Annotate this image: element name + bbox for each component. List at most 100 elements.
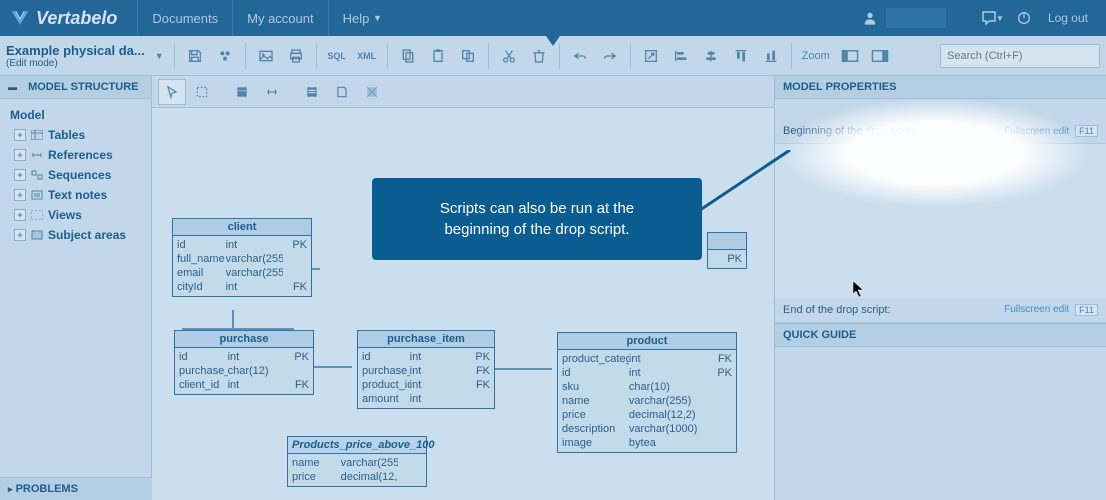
tree-views[interactable]: +Views — [4, 205, 147, 225]
tree-sequences[interactable]: + Sequences — [4, 165, 147, 185]
plus-icon[interactable]: + — [14, 129, 26, 141]
entity-purchase[interactable]: purchase idintPK purchase_nochar(12) cli… — [174, 330, 314, 395]
share-icon[interactable] — [211, 42, 239, 70]
print-icon[interactable] — [282, 42, 310, 70]
duplicate-icon[interactable] — [454, 42, 482, 70]
er-canvas[interactable]: client idintPK full_namevarchar(255) ema… — [152, 108, 774, 500]
prop-begin-drop: Beginning of the drop script: Fullscreen… — [775, 119, 1106, 144]
entity-client[interactable]: client idintPK full_namevarchar(255) ema… — [172, 218, 312, 297]
redo-icon[interactable] — [596, 42, 624, 70]
canvas-wrap: client idintPK full_namevarchar(255) ema… — [152, 76, 774, 500]
nav-account[interactable]: My account — [232, 0, 327, 36]
plus-icon[interactable]: + — [14, 229, 26, 241]
problems-panel[interactable]: ▸ PROBLEMS — [0, 477, 152, 500]
logout-link[interactable]: Log out — [1040, 11, 1096, 25]
save-icon[interactable] — [181, 42, 209, 70]
table-tool[interactable] — [228, 79, 256, 105]
model-structure-title: MODEL STRUCTURE — [28, 81, 138, 93]
model-properties-header[interactable]: MODEL PROPERTIES — [775, 76, 1106, 99]
sql-icon[interactable]: SQL — [323, 42, 351, 70]
prop-label: Beginning of the drop script: — [783, 125, 920, 137]
model-name-box[interactable]: Example physical da... (Edit mode) — [6, 43, 145, 69]
align-left-icon[interactable] — [667, 42, 695, 70]
main-area: ▬ MODEL STRUCTURE Model +Tables +Referen… — [0, 76, 1106, 500]
entity-hidden[interactable]: PK — [707, 232, 747, 269]
user-icon[interactable] — [854, 0, 886, 36]
chat-icon[interactable]: ▼ — [976, 0, 1008, 36]
expand-icon[interactable] — [637, 42, 665, 70]
fullscreen-edit-link[interactable]: Fullscreen edit — [1004, 126, 1069, 137]
callout-connector — [700, 150, 800, 230]
area-tool[interactable] — [358, 79, 386, 105]
plus-icon[interactable]: + — [14, 209, 26, 221]
brand-logo[interactable]: Vertabelo — [10, 8, 117, 29]
chevron-down-icon[interactable]: ▼ — [155, 51, 164, 61]
note-tool[interactable] — [328, 79, 356, 105]
layout-left-icon[interactable] — [836, 42, 864, 70]
model-name: Example physical da... — [6, 43, 145, 58]
prop-end-drop: End of the drop script: Fullscreen editF… — [775, 298, 1106, 323]
model-tree: Model +Tables +References + Sequences + Te… — [0, 99, 151, 251]
search-input[interactable] — [940, 44, 1100, 68]
tutorial-callout: Scripts can also be run at the beginning… — [372, 178, 702, 260]
entity-header: client — [173, 219, 311, 236]
paste-icon[interactable] — [424, 42, 452, 70]
entity-header: purchase_item — [358, 331, 494, 348]
sidebar-left: ▬ MODEL STRUCTURE Model +Tables +Referen… — [0, 76, 152, 500]
plus-icon[interactable]: + — [14, 169, 26, 181]
marquee-tool[interactable] — [188, 79, 216, 105]
fullscreen-edit-link[interactable]: Fullscreen edit — [1004, 304, 1069, 315]
reference-tool[interactable] — [258, 79, 286, 105]
nav-documents[interactable]: Documents — [137, 0, 232, 36]
tree-references[interactable]: +References — [4, 145, 147, 165]
tree-root[interactable]: Model — [4, 105, 147, 125]
model-structure-header[interactable]: ▬ MODEL STRUCTURE — [0, 76, 151, 99]
logout-label: Log out — [1048, 11, 1088, 25]
entity-product[interactable]: product product_category_idintFK idintPK… — [557, 332, 737, 453]
layout-right-icon[interactable] — [866, 42, 894, 70]
tree-textnotes[interactable]: + Text notes — [4, 185, 147, 205]
nav-help[interactable]: Help ▼ — [328, 0, 396, 36]
logo-icon — [10, 8, 30, 28]
area-icon — [30, 229, 44, 241]
begin-drop-textarea[interactable] — [775, 144, 1106, 298]
zoom-label: Zoom — [802, 50, 830, 62]
align-top-icon[interactable] — [727, 42, 755, 70]
sequence-icon — [30, 169, 44, 181]
tree-label: Text notes — [48, 188, 107, 202]
f11-key: F11 — [1075, 125, 1098, 137]
xml-icon[interactable]: XML — [353, 42, 381, 70]
align-middle-icon[interactable] — [757, 42, 785, 70]
chevron-down-icon: ▼ — [373, 13, 382, 23]
copy-icon[interactable] — [394, 42, 422, 70]
reference-icon — [30, 149, 44, 161]
cut-icon[interactable] — [495, 42, 523, 70]
view-tool[interactable] — [298, 79, 326, 105]
entity-header: product — [558, 333, 736, 350]
plus-icon[interactable]: + — [14, 149, 26, 161]
power-icon — [1008, 0, 1040, 36]
delete-icon[interactable] — [525, 42, 553, 70]
topbar: Vertabelo Documents My account Help ▼ ▼ … — [0, 0, 1106, 36]
entity-purchase-item[interactable]: purchase_item idintPK purchase_idintFK p… — [357, 330, 495, 409]
entity-header — [708, 233, 746, 250]
plus-icon[interactable]: + — [14, 189, 26, 201]
sidebar-right: MODEL PROPERTIES Beginning of the drop s… — [774, 76, 1106, 500]
image-icon[interactable] — [252, 42, 280, 70]
model-mode: (Edit mode) — [6, 58, 145, 69]
tree-label: Subject areas — [48, 228, 126, 242]
tree-label: Sequences — [48, 168, 111, 182]
undo-icon[interactable] — [566, 42, 594, 70]
quick-guide-header[interactable]: QUICK GUIDE — [775, 323, 1106, 347]
user-badge[interactable] — [886, 8, 946, 28]
tree-tables[interactable]: +Tables — [4, 125, 147, 145]
entity-view-products-above-100[interactable]: Products_price_above_100 namevarchar(255… — [287, 436, 427, 487]
model-properties-title: MODEL PROPERTIES — [783, 81, 896, 93]
align-center-icon[interactable] — [697, 42, 725, 70]
prop-label: End of the drop script: — [783, 304, 891, 316]
tree-subjectareas[interactable]: + Subject areas — [4, 225, 147, 245]
select-tool[interactable] — [158, 79, 186, 105]
callout-line1: Scripts can also be run at the — [398, 198, 676, 219]
nav-help-label: Help — [343, 11, 370, 26]
note-icon — [30, 189, 44, 201]
